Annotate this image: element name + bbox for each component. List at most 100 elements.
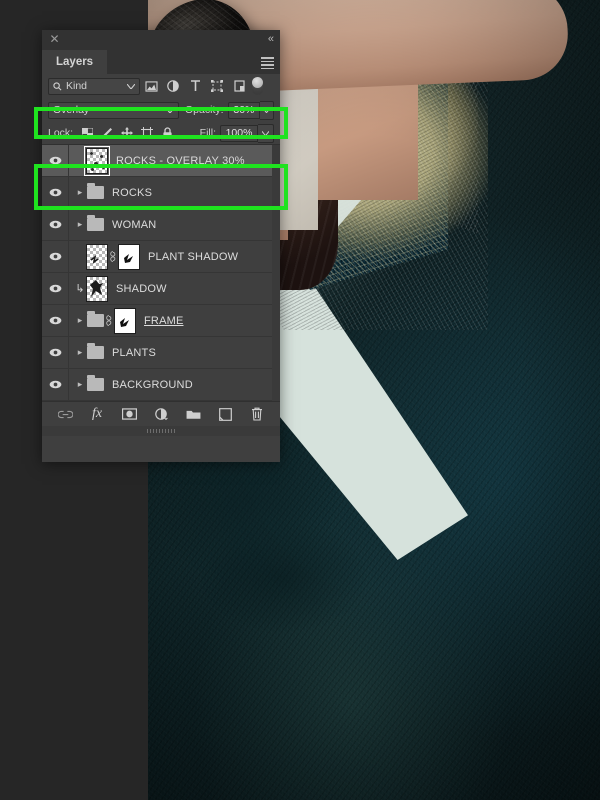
chevron-down-icon xyxy=(166,107,175,113)
layers-panel: ✕ « Layers Kind Overlay Opacity: 30% Loc… xyxy=(42,30,280,462)
row-divider xyxy=(68,273,69,304)
eye-icon xyxy=(49,156,61,165)
group-expand-arrow[interactable]: ▸ xyxy=(74,187,86,198)
layer-name[interactable]: FRAME xyxy=(144,315,184,327)
mask-link-icon[interactable] xyxy=(104,315,114,326)
layer-visibility-toggle[interactable] xyxy=(42,241,68,273)
layer-name[interactable]: WOMAN xyxy=(112,219,156,231)
group-folder-icon xyxy=(87,215,104,231)
new-adjustment-layer-button[interactable] xyxy=(152,405,170,423)
lock-image-pixels[interactable] xyxy=(97,124,117,142)
opacity-stepper[interactable] xyxy=(260,100,274,120)
close-icon[interactable]: ✕ xyxy=(49,33,60,45)
mask-link-icon[interactable] xyxy=(108,251,118,262)
layer-visibility-toggle[interactable] xyxy=(42,209,68,241)
lock-artboard-nesting[interactable] xyxy=(137,124,157,142)
layer-list-scrollbar[interactable] xyxy=(272,145,280,401)
blend-mode-value: Overlay xyxy=(53,104,90,116)
eye-icon xyxy=(49,284,61,293)
row-divider xyxy=(68,337,69,368)
layer-mask-thumbnail[interactable] xyxy=(114,307,136,334)
fill-input[interactable]: 100% xyxy=(220,124,258,142)
panel-menu-icon[interactable] xyxy=(261,57,274,69)
group-expand-arrow[interactable]: ▸ xyxy=(74,315,86,326)
layer-visibility-toggle[interactable] xyxy=(42,273,68,305)
eye-icon xyxy=(49,220,61,229)
group-folder-icon xyxy=(87,375,104,391)
layer-row-plant-shadow[interactable]: PLANT SHADOW xyxy=(42,241,280,273)
group-folder-icon xyxy=(87,183,104,199)
new-layer-button[interactable] xyxy=(216,405,234,423)
layer-name[interactable]: PLANTS xyxy=(112,347,156,359)
row-divider xyxy=(68,209,69,240)
group-expand-arrow[interactable]: ▸ xyxy=(74,347,86,358)
group-expand-arrow[interactable]: ▸ xyxy=(74,379,86,390)
tab-layers-label: Layers xyxy=(56,56,94,68)
layer-name[interactable]: ROCKS xyxy=(112,187,152,199)
group-folder-icon xyxy=(87,311,104,327)
layer-style-button[interactable]: fx xyxy=(88,405,106,423)
layer-filter-row: Kind xyxy=(42,74,280,98)
fill-stepper[interactable] xyxy=(258,123,274,143)
panel-title-bar: ✕ « xyxy=(42,30,280,50)
row-divider xyxy=(68,145,69,176)
row-divider xyxy=(68,241,69,272)
group-folder-icon xyxy=(87,343,104,359)
layer-thumbnail[interactable] xyxy=(86,275,108,302)
layer-row-frame[interactable]: ▸ FRAME xyxy=(42,305,280,337)
row-divider xyxy=(68,177,69,208)
layer-visibility-toggle[interactable] xyxy=(42,369,68,401)
lock-all[interactable] xyxy=(157,124,177,142)
tab-layers[interactable]: Layers xyxy=(42,50,108,74)
layer-thumbnail[interactable] xyxy=(84,145,110,176)
layer-row-woman[interactable]: ▸ WOMAN xyxy=(42,209,280,241)
layer-row-plants[interactable]: ▸ PLANTS xyxy=(42,337,280,369)
layer-visibility-toggle[interactable] xyxy=(42,145,68,177)
blend-mode-row: Overlay Opacity: 30% xyxy=(42,98,280,122)
layer-row-background[interactable]: ▸ BACKGROUND xyxy=(42,369,280,401)
layer-list: ROCKS - OVERLAY 30% ▸ ROCKS ▸ WOMAN PLANT SHA… xyxy=(42,144,280,401)
filter-type-layers[interactable] xyxy=(184,76,206,96)
layer-name[interactable]: PLANT SHADOW xyxy=(148,251,238,263)
group-expand-arrow[interactable]: ▸ xyxy=(74,219,86,230)
layer-visibility-toggle[interactable] xyxy=(42,305,68,337)
panel-tab-row: Layers xyxy=(42,50,280,74)
layer-visibility-toggle[interactable] xyxy=(42,177,68,209)
collapse-chevrons-icon[interactable]: « xyxy=(268,33,274,45)
layer-thumbnail[interactable] xyxy=(86,243,108,270)
filter-kind-label: Kind xyxy=(66,80,88,92)
delete-layer-button[interactable] xyxy=(248,405,266,423)
blend-mode-dropdown[interactable]: Overlay xyxy=(48,101,180,119)
opacity-label: Opacity: xyxy=(185,104,224,116)
row-divider xyxy=(68,305,69,336)
panel-bottom-toolbar: fx xyxy=(42,401,280,426)
filter-adjustment-layers[interactable] xyxy=(162,76,184,96)
filter-shape-layers[interactable] xyxy=(206,76,228,96)
layer-name[interactable]: BACKGROUND xyxy=(112,379,193,391)
link-layers-button[interactable] xyxy=(56,405,74,423)
eye-icon xyxy=(49,316,61,325)
lock-transparent-pixels[interactable] xyxy=(77,124,97,142)
layer-row-rocks-overlay-30[interactable]: ROCKS - OVERLAY 30% xyxy=(42,145,280,177)
layer-mask-thumbnail[interactable] xyxy=(118,243,140,270)
search-icon xyxy=(53,81,62,90)
layer-row-rocks[interactable]: ▸ ROCKS xyxy=(42,177,280,209)
opacity-input[interactable]: 30% xyxy=(227,101,261,119)
lock-position[interactable] xyxy=(117,124,137,142)
filter-kind-dropdown[interactable]: Kind xyxy=(48,77,140,95)
layer-row-shadow[interactable]: ↳ SHADOW xyxy=(42,273,280,305)
eye-icon xyxy=(49,188,61,197)
row-divider xyxy=(68,369,69,400)
filter-smart-objects[interactable] xyxy=(228,76,250,96)
add-layer-mask-button[interactable] xyxy=(120,405,138,423)
chevron-down-icon xyxy=(127,83,135,89)
layer-name[interactable]: ROCKS - OVERLAY 30% xyxy=(116,155,245,167)
new-group-button[interactable] xyxy=(184,405,202,423)
lock-row: Lock: Fill: 100% xyxy=(42,122,280,144)
eye-icon xyxy=(49,380,61,389)
panel-resize-grip[interactable] xyxy=(42,426,280,436)
filter-pixel-layers[interactable] xyxy=(140,76,162,96)
layer-visibility-toggle[interactable] xyxy=(42,337,68,369)
filter-enable-toggle[interactable] xyxy=(252,77,263,95)
layer-name[interactable]: SHADOW xyxy=(116,283,167,295)
